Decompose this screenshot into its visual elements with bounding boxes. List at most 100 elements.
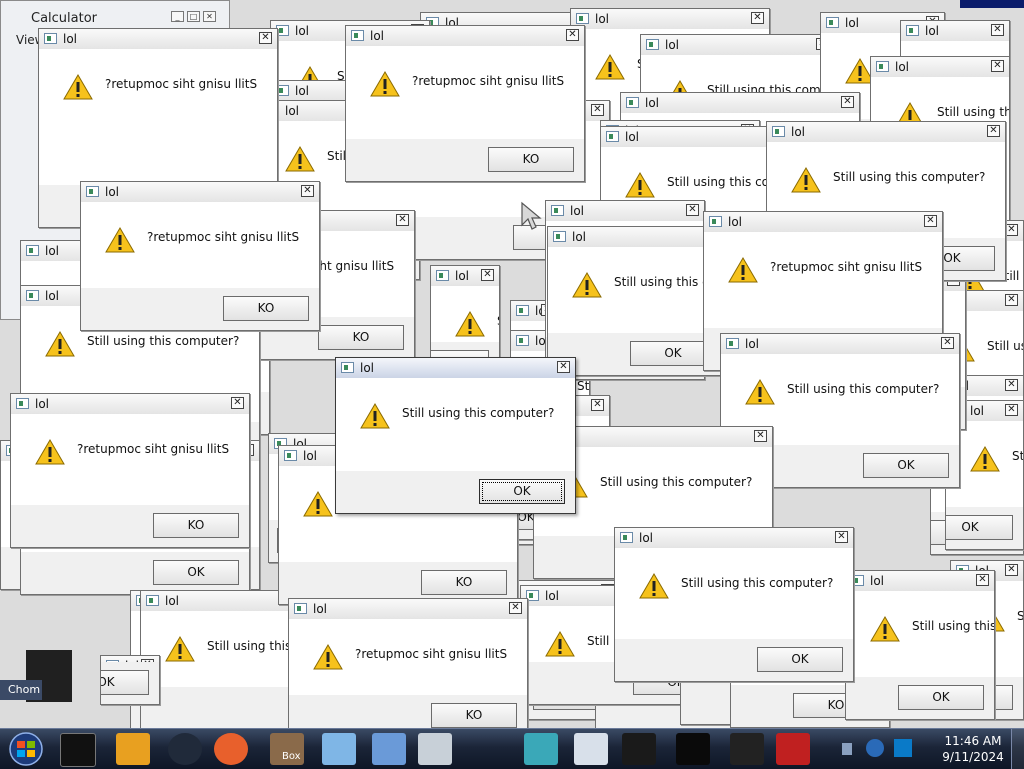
close-icon[interactable]: ✕ xyxy=(686,204,699,216)
close-icon[interactable]: ✕ xyxy=(591,104,604,116)
close-icon[interactable]: ✕ xyxy=(991,60,1004,72)
close-icon[interactable]: ✕ xyxy=(557,361,570,373)
close-icon[interactable]: ✕ xyxy=(231,397,244,409)
dialog-window[interactable]: lol✕Still using this computer?OK xyxy=(547,226,727,376)
taskbar-app-cubes-icon[interactable] xyxy=(524,733,558,765)
dialog-titlebar[interactable]: lol ✕ xyxy=(901,21,1009,42)
ok-button[interactable]: OK xyxy=(863,453,949,478)
dialog-titlebar[interactable]: lol ✕ xyxy=(571,9,769,30)
taskbar-app-monitor-icon[interactable] xyxy=(622,733,656,765)
taskbar-app-toolbox-icon[interactable] xyxy=(776,733,810,765)
ok-button[interactable]: OK xyxy=(101,670,149,695)
ok-button[interactable]: OK xyxy=(946,515,1013,540)
chrome-taskbar-label[interactable]: Chom xyxy=(0,680,42,700)
warning-icon xyxy=(595,54,625,80)
ko-button[interactable]: KO xyxy=(153,513,239,538)
close-icon[interactable]: ✕ xyxy=(396,214,409,226)
dialog-titlebar[interactable]: lol✕ xyxy=(871,57,1009,78)
warning-icon xyxy=(303,491,333,517)
taskbar-app-box-icon[interactable]: Box xyxy=(270,733,304,765)
app-icon xyxy=(26,290,39,301)
dialog-title: lol xyxy=(595,12,610,26)
close-icon[interactable]: ✕ xyxy=(754,430,767,442)
taskbar-app-firefox-icon[interactable] xyxy=(214,733,248,765)
dialog-window[interactable]: lol ✕ ?retupmoc siht gnisu llitS KO xyxy=(345,25,585,182)
ko-button[interactable]: KO xyxy=(421,570,507,595)
ko-button[interactable]: KO xyxy=(223,296,309,321)
dialog-titlebar[interactable]: lol✕ xyxy=(81,182,319,203)
dialog-window[interactable]: lol ✕ ?retupmoc siht gnisu llitS KO xyxy=(10,393,250,548)
show-desktop-button[interactable] xyxy=(1011,729,1024,769)
dialog-titlebar[interactable]: lol✕ xyxy=(846,571,994,592)
taskbar-app-folder-icon[interactable] xyxy=(322,733,356,765)
warning-icon xyxy=(455,311,485,337)
dialog-titlebar[interactable]: lol✕ xyxy=(431,266,499,287)
tray-network-icon[interactable] xyxy=(866,739,884,757)
close-icon[interactable]: ✕ xyxy=(924,215,937,227)
tray-flag-icon[interactable] xyxy=(842,743,852,755)
dialog-titlebar[interactable]: lol✕ xyxy=(346,26,584,47)
dialog-titlebar[interactable]: lol✕ xyxy=(546,201,704,222)
taskbar-app-globe-icon[interactable] xyxy=(168,733,202,765)
close-icon[interactable]: ✕ xyxy=(1005,404,1018,416)
dialog-window[interactable]: lol✕Still using this computer?OK xyxy=(614,527,854,682)
taskbar-app-display-icon[interactable] xyxy=(676,733,710,765)
taskbar-app-notepad-icon[interactable] xyxy=(372,733,406,765)
taskbar-app-calculator-icon[interactable] xyxy=(574,733,608,765)
ko-button[interactable]: KO xyxy=(318,325,404,350)
taskbar-app-paint-icon[interactable] xyxy=(418,733,452,765)
close-icon[interactable]: ✕ xyxy=(1005,224,1018,236)
close-icon[interactable]: ✕ xyxy=(259,32,272,44)
close-icon[interactable]: ✕ xyxy=(301,185,314,197)
dialog-titlebar[interactable]: lol✕ xyxy=(548,227,726,248)
taskbar-app-console-icon[interactable] xyxy=(730,733,764,765)
dialog-titlebar[interactable]: lol✕ xyxy=(11,394,249,415)
dialog-window[interactable]: lol ✕ ?retupmoc siht gnisu llitS KO xyxy=(288,598,528,738)
close-icon[interactable]: ✕ xyxy=(835,531,848,543)
close-icon[interactable]: ✕ xyxy=(1005,294,1018,306)
dialog-titlebar[interactable]: lol✕ xyxy=(621,93,859,114)
ok-button[interactable]: OK xyxy=(479,479,565,504)
ok-button[interactable]: OK xyxy=(898,685,984,710)
calculator-minimize-button[interactable]: _ xyxy=(171,11,184,22)
dialog-window[interactable]: lol✕Still using this computer?OK xyxy=(100,655,160,705)
ko-button[interactable]: KO xyxy=(488,147,574,172)
dialog-titlebar[interactable]: lol✕ xyxy=(615,528,853,549)
close-icon[interactable]: ✕ xyxy=(941,337,954,349)
calculator-maximize-button[interactable]: □ xyxy=(187,11,200,22)
dialog-title: lol xyxy=(45,244,60,258)
dialog-titlebar[interactable]: lol✕ xyxy=(336,358,575,379)
windows-start-icon[interactable] xyxy=(3,731,49,767)
close-icon[interactable]: ✕ xyxy=(987,125,1000,137)
close-icon[interactable]: ✕ xyxy=(841,96,854,108)
ok-button[interactable]: OK xyxy=(153,560,239,585)
close-icon[interactable]: ✕ xyxy=(991,24,1004,36)
close-icon[interactable]: ✕ xyxy=(566,29,579,41)
close-icon[interactable]: ✕ xyxy=(976,574,989,586)
dialog-titlebar[interactable]: lol✕ xyxy=(704,212,942,233)
taskbar-clock[interactable]: 11:46 AM 9/11/2024 xyxy=(938,733,1008,765)
dialog-titlebar[interactable]: lol✕ xyxy=(767,122,1005,143)
dialog-titlebar[interactable]: lol✕ xyxy=(721,334,959,355)
close-icon[interactable]: ✕ xyxy=(751,12,764,24)
app-icon xyxy=(772,126,785,137)
tray-volume-icon[interactable] xyxy=(894,739,912,757)
close-icon[interactable]: ✕ xyxy=(1005,564,1018,576)
dialog-title: lol xyxy=(63,32,78,46)
calculator-close-button[interactable]: ✕ xyxy=(203,11,216,22)
close-icon[interactable]: ✕ xyxy=(1005,379,1018,391)
taskbar-app-media-player-icon[interactable] xyxy=(116,733,150,765)
dialog-title: lol xyxy=(925,24,940,38)
taskbar-app-terminal-icon[interactable] xyxy=(60,733,96,767)
dialog-titlebar[interactable]: lol✕ xyxy=(289,599,527,620)
ko-button[interactable]: KO xyxy=(431,703,517,728)
dialog-titlebar[interactable]: lol ✕ xyxy=(39,29,277,50)
dialog-titlebar[interactable]: lol✕ xyxy=(641,35,834,56)
dialog-window[interactable]: lol✕Still using this computer?OK xyxy=(335,357,576,514)
ok-button[interactable]: OK xyxy=(757,647,843,672)
close-icon[interactable]: ✕ xyxy=(509,602,522,614)
close-icon[interactable]: ✕ xyxy=(591,399,604,411)
dialog-window[interactable]: lol✕Still using this computer?OK xyxy=(845,570,995,720)
close-icon[interactable]: ✕ xyxy=(481,269,494,281)
dialog-window[interactable]: lol ✕ ?retupmoc siht gnisu llitS KO xyxy=(80,181,320,331)
